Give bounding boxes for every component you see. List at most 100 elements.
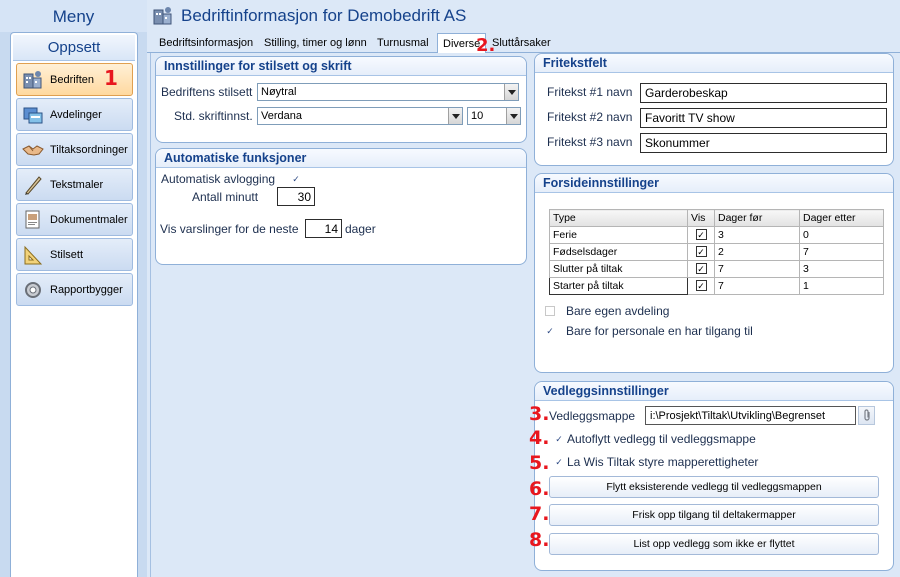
tab-sluttarsaker[interactable]: Sluttårsaker	[487, 33, 556, 53]
auto-functions-title: Automatiske funksjoner	[156, 149, 526, 168]
free-text-1-input[interactable]: Garderobeskap	[640, 83, 887, 103]
report-builder-icon	[22, 279, 44, 301]
document-template-icon	[22, 209, 44, 231]
cell-days-before[interactable]: 2	[714, 243, 800, 261]
annotation-marker-4: 4.	[529, 427, 550, 449]
cell-vis[interactable]: ✓	[687, 243, 715, 261]
menu-item-label: Tekstmaler	[50, 178, 104, 191]
free-text-3-label: Fritekst #3 navn	[547, 135, 633, 149]
text-template-icon	[22, 174, 44, 196]
column-header-vis[interactable]: Vis	[687, 209, 715, 227]
cell-vis[interactable]: ✓	[687, 260, 715, 278]
menu-item-stilsett[interactable]: Stilsett	[16, 238, 133, 271]
handshake-icon	[22, 139, 44, 161]
annotation-marker-3: 3.	[529, 403, 550, 425]
refresh-participant-folders-button[interactable]: Frisk opp tilgang til deltakermapper	[549, 504, 879, 526]
own-department-checkbox[interactable]	[545, 306, 555, 316]
cell-vis[interactable]: ✓	[687, 277, 715, 295]
move-existing-attachments-button[interactable]: Flytt eksisterende vedlegg til vedleggsm…	[549, 476, 879, 498]
menu-item-label: Bedriften	[50, 73, 95, 86]
cell-type[interactable]: Ferie	[549, 226, 688, 244]
font-select[interactable]: Verdana	[257, 107, 463, 125]
cell-days-before[interactable]: 3	[714, 226, 800, 244]
menu-item-label: Dokumentmaler	[50, 213, 128, 226]
menu-item-label: Stilsett	[50, 248, 84, 261]
cell-type[interactable]: Slutter på tiltak	[549, 260, 688, 278]
auto-move-checkbox[interactable]: ✓	[554, 434, 564, 444]
notify-days-input[interactable]: 14	[305, 219, 342, 238]
annotation-marker-6: 6.	[529, 478, 550, 500]
free-text-3-input[interactable]: Skonummer	[640, 133, 887, 153]
menu-section-title: Oppsett	[13, 35, 135, 61]
tab-turnusmal[interactable]: Turnusmal	[372, 33, 434, 53]
menu-panel: Oppsett Bedriften Avdelinger Tiltaksordn…	[10, 32, 138, 577]
dropdown-arrow-icon[interactable]	[504, 84, 518, 100]
minutes-input[interactable]: 30	[277, 187, 315, 206]
cell-type[interactable]: Starter på tiltak	[549, 277, 688, 295]
vis-checkbox[interactable]: ✓	[695, 263, 707, 274]
company-icon	[22, 69, 44, 91]
staff-access-checkbox[interactable]: ✓	[545, 326, 555, 336]
cell-days-after[interactable]: 0	[799, 226, 884, 244]
cell-type[interactable]: Fødselsdager	[549, 243, 688, 261]
auto-move-label: Autoflytt vedlegg til vedleggsmappe	[567, 432, 756, 446]
style-settings-title: Innstillinger for stilsett og skrift	[156, 57, 526, 76]
company-style-label: Bedriftens stilsett	[161, 85, 253, 99]
cell-days-before[interactable]: 7	[714, 277, 800, 295]
free-text-group: Fritekstfelt Fritekst #1 navn Garderobes…	[534, 53, 894, 166]
menu-item-label: Tiltaksordninger	[50, 143, 128, 156]
free-text-2-label: Fritekst #2 navn	[547, 110, 633, 124]
column-header-days-after[interactable]: Dager etter	[799, 209, 884, 227]
column-header-type[interactable]: Type	[549, 209, 688, 227]
menu-item-dokumentmaler[interactable]: Dokumentmaler	[16, 203, 133, 236]
cell-vis[interactable]: ✓	[687, 226, 715, 244]
folder-permissions-checkbox[interactable]: ✓	[554, 457, 564, 467]
font-size-select[interactable]: 10	[467, 107, 521, 125]
menu-item-tiltaksordninger[interactable]: Tiltaksordninger	[16, 133, 133, 166]
stylesheet-icon	[22, 244, 44, 266]
table-row[interactable]: Slutter på tiltak ✓ 7 3	[549, 260, 884, 278]
cell-days-after[interactable]: 3	[799, 260, 884, 278]
menu-header: Meny	[0, 0, 147, 32]
attachments-title: Vedleggsinnstillinger	[535, 382, 893, 401]
company-style-value: Nøytral	[261, 86, 297, 98]
vis-checkbox[interactable]: ✓	[695, 246, 707, 257]
paperclip-icon[interactable]	[858, 406, 875, 425]
column-header-days-before[interactable]: Dager før	[714, 209, 800, 227]
table-row[interactable]: Starter på tiltak ✓ 7 1	[549, 277, 884, 295]
folder-permissions-label: La Wis Tiltak styre mapperettigheter	[567, 455, 759, 469]
annotation-marker-7: 7.	[529, 503, 550, 525]
tab-strip: Bedriftsinformasjon Stilling, timer og l…	[147, 33, 900, 54]
font-value: Verdana	[261, 110, 302, 122]
cell-days-after[interactable]: 7	[799, 243, 884, 261]
company-title-icon	[153, 6, 175, 29]
annotation-marker-1: 1	[104, 66, 118, 90]
menu-item-rapportbygger[interactable]: Rapportbygger	[16, 273, 133, 306]
annotation-marker-8: 8.	[529, 529, 550, 551]
free-text-2-input[interactable]: Favoritt TV show	[640, 108, 887, 128]
table-row[interactable]: Fødselsdager ✓ 2 7	[549, 243, 884, 261]
tab-bedriftsinformasjon[interactable]: Bedriftsinformasjon	[154, 33, 258, 53]
notify-label: Vis varslinger for de neste	[160, 222, 299, 236]
page-title: Bedriftinformasjon for Demobedrift AS	[181, 6, 467, 25]
style-settings-group: Innstillinger for stilsett og skrift Bed…	[155, 56, 527, 143]
font-label: Std. skriftinnst.	[174, 109, 253, 123]
company-style-select[interactable]: Nøytral	[257, 83, 519, 101]
cell-days-after[interactable]: 1	[799, 277, 884, 295]
menu-item-avdelinger[interactable]: Avdelinger	[16, 98, 133, 131]
cell-days-before[interactable]: 7	[714, 260, 800, 278]
table-row[interactable]: Ferie ✓ 3 0	[549, 226, 884, 244]
vis-checkbox[interactable]: ✓	[695, 280, 707, 291]
font-size-value: 10	[471, 110, 484, 122]
auto-functions-group: Automatiske funksjoner Automatisk avlogg…	[155, 148, 527, 265]
dropdown-arrow-icon[interactable]	[506, 108, 520, 124]
dropdown-arrow-icon[interactable]	[448, 108, 462, 124]
attachment-folder-input[interactable]: i:\Prosjekt\Tiltak\Utvikling\Begrenset	[645, 406, 856, 425]
vis-checkbox[interactable]: ✓	[695, 229, 707, 240]
tab-stilling-timer-lonn[interactable]: Stilling, timer og lønn	[259, 33, 372, 53]
front-page-group: Forsideinnstillinger Type Vis Dager før …	[534, 173, 894, 373]
list-unmoved-attachments-button[interactable]: List opp vedlegg som ikke er flyttet	[549, 533, 879, 555]
front-page-title: Forsideinnstillinger	[535, 174, 893, 193]
menu-item-tekstmaler[interactable]: Tekstmaler	[16, 168, 133, 201]
auto-logout-checkbox[interactable]: ✓	[291, 174, 301, 184]
